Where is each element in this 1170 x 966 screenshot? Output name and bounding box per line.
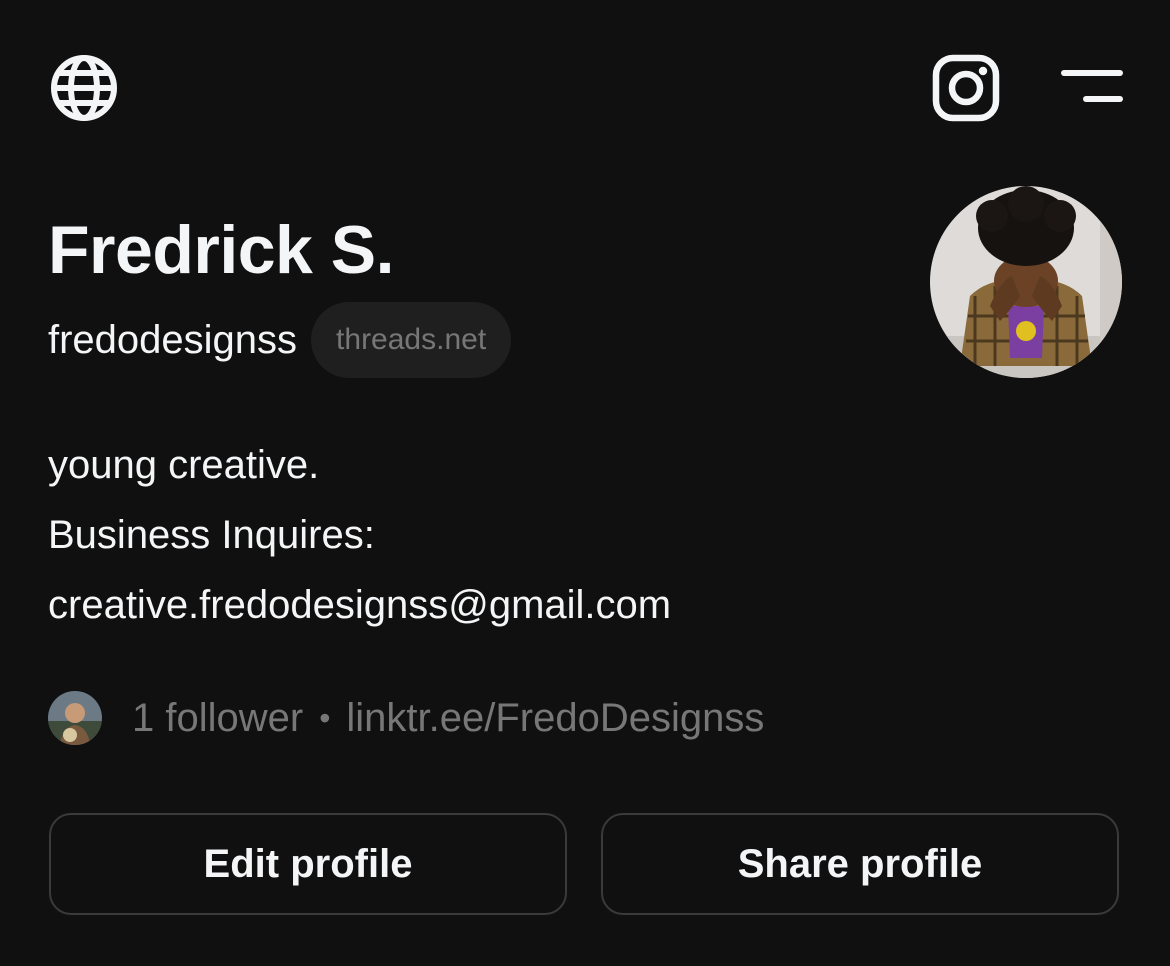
- top-bar: [0, 0, 1170, 176]
- profile-link[interactable]: linktr.ee/FredoDesignss: [346, 696, 764, 741]
- profile-meta: 1 follower • linktr.ee/FredoDesignss: [48, 690, 764, 746]
- share-profile-button[interactable]: Share profile: [601, 813, 1119, 915]
- bio-line: young creative.: [48, 443, 320, 487]
- bio-line: Business Inquires:: [48, 513, 375, 557]
- domain-badge[interactable]: threads.net: [311, 302, 512, 378]
- follower-avatar[interactable]: [48, 691, 102, 745]
- edit-profile-button[interactable]: Edit profile: [49, 813, 567, 915]
- avatar-image: [930, 186, 1122, 378]
- profile-name: Fredrick S.: [48, 212, 395, 288]
- profile-avatar[interactable]: [930, 186, 1122, 378]
- separator-dot: •: [319, 699, 331, 736]
- instagram-icon[interactable]: [930, 52, 1002, 124]
- menu-icon[interactable]: [1058, 66, 1126, 108]
- followers-count[interactable]: 1 follower: [132, 696, 303, 741]
- bio-email[interactable]: creative.fredodesignss@gmail.com: [48, 570, 671, 640]
- handle-row: fredodesignss threads.net: [48, 302, 512, 378]
- profile-handle: fredodesignss: [48, 318, 298, 362]
- profile-bio: young creative. Business Inquires: creat…: [48, 430, 671, 640]
- globe-icon[interactable]: [48, 52, 120, 124]
